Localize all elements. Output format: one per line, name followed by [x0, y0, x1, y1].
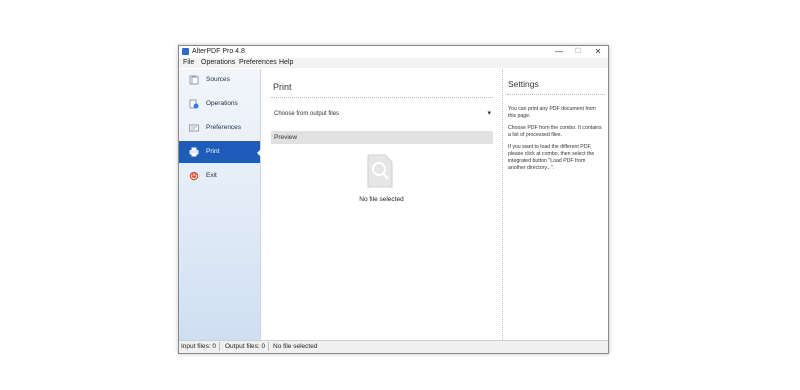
status-bar: Input files: 0 Output files: 0 No file s…	[179, 340, 608, 353]
sidebar-item-sources[interactable]: Sources	[179, 69, 260, 91]
title-bar: AlterPDF Pro 4.8 — ☐ ✕	[179, 46, 608, 58]
menu-operations[interactable]: Operations	[201, 59, 235, 66]
page-title: Print	[273, 82, 292, 92]
sidebar-item-label: Sources	[206, 76, 230, 83]
input-files-count: Input files: 0	[181, 343, 217, 350]
sidebar-item-operations[interactable]: Operations	[179, 93, 260, 115]
app-window: AlterPDF Pro 4.8 — ☐ ✕ File Operations P…	[178, 45, 609, 354]
sidebar-item-exit[interactable]: Exit	[179, 165, 260, 187]
dropdown-arrow-icon[interactable]: ▾	[487, 109, 491, 117]
settings-panel: Settings You can print any PDF document …	[503, 69, 608, 340]
status-separator	[219, 342, 220, 351]
status-selection: No file selected	[273, 343, 318, 350]
settings-title: Settings	[508, 79, 539, 89]
help-paragraph: You can print any PDF document from this…	[508, 106, 596, 119]
sources-icon	[189, 75, 199, 85]
menu-bar: File Operations Preferences Help	[179, 58, 608, 68]
sidebar-item-print[interactable]: Print	[179, 141, 261, 163]
sidebar-item-label: Print	[206, 148, 220, 155]
sidebar-item-label: Preferences	[206, 124, 242, 131]
title-divider	[271, 97, 493, 98]
print-panel: Print Choose from output files ▾ Preview…	[261, 69, 502, 340]
preview-label: Preview	[274, 134, 298, 141]
preferences-icon	[189, 124, 199, 132]
sidebar-item-label: Exit	[206, 172, 217, 179]
help-paragraph: If you want to load the different PDF, p…	[508, 144, 595, 171]
sidebar: Sources Operations Preferences Print Exi…	[179, 69, 261, 340]
output-file-combo[interactable]: Choose from output files ▾	[271, 107, 493, 120]
help-paragraph: Choose PDF from the combo. It contains a…	[508, 125, 602, 138]
preview-header: Preview	[271, 131, 493, 144]
close-button[interactable]: ✕	[590, 46, 606, 58]
menu-file[interactable]: File	[183, 59, 194, 66]
combo-text: Choose from output files	[274, 111, 340, 117]
exit-icon	[189, 171, 199, 181]
sidebar-item-label: Operations	[206, 100, 238, 107]
app-logo-icon	[182, 48, 189, 55]
window-title: AlterPDF Pro 4.8	[192, 48, 245, 55]
status-separator	[268, 342, 269, 351]
settings-help-text: You can print any PDF document from this…	[508, 106, 604, 177]
settings-divider	[507, 94, 605, 95]
print-icon	[189, 147, 199, 157]
menu-preferences[interactable]: Preferences	[239, 59, 277, 66]
sidebar-item-preferences[interactable]: Preferences	[179, 117, 260, 139]
minimize-button[interactable]: —	[551, 46, 567, 58]
operations-icon	[189, 99, 199, 109]
output-files-count: Output files: 0	[225, 343, 266, 350]
menu-help[interactable]: Help	[279, 59, 293, 66]
no-file-message: No file selected	[359, 196, 404, 203]
document-search-icon	[367, 154, 393, 188]
maximize-button[interactable]: ☐	[570, 46, 586, 58]
